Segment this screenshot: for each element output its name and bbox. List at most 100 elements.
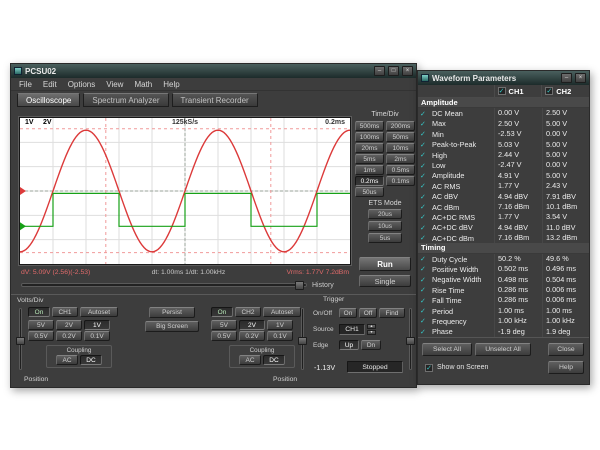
persist-button[interactable]: Persist	[149, 307, 195, 318]
ch1-name-button[interactable]: CH1	[52, 307, 78, 317]
param-checkbox[interactable]: ✓	[420, 172, 432, 180]
menu-item-options[interactable]: Options	[68, 80, 96, 89]
params-close-icon[interactable]: ×	[575, 73, 586, 83]
menu-item-file[interactable]: File	[19, 80, 32, 89]
timebase-500ms-button[interactable]: 500ms	[355, 121, 384, 131]
timebase-200ms-button[interactable]: 200ms	[386, 121, 415, 131]
trigger-edge-dn-button[interactable]: Dn	[361, 340, 381, 350]
param-checkbox[interactable]: ✓	[420, 213, 432, 221]
main-titlebar[interactable]: PCSU02 – □ ×	[11, 64, 416, 78]
ch1-volt-1v-button[interactable]: 1V	[84, 320, 110, 330]
timebase-0-2ms-button[interactable]: 0.2ms	[355, 176, 384, 186]
ch2-volt-1v-button[interactable]: 1V	[267, 320, 293, 330]
ch1-volt-2v-button[interactable]: 2V	[56, 320, 82, 330]
timebase-1ms-button[interactable]: 1ms	[355, 165, 384, 175]
param-checkbox[interactable]: ✓	[420, 193, 432, 201]
run-button[interactable]: Run	[359, 257, 411, 271]
ch1-column-checkbox[interactable]: ✓	[498, 87, 506, 95]
history-slider[interactable]	[21, 283, 307, 287]
trigger-source-select[interactable]: CH1	[339, 324, 365, 335]
params-minimize-icon[interactable]: –	[561, 73, 572, 83]
ch1-coupling-ac-button[interactable]: AC	[56, 355, 78, 365]
param-checkbox[interactable]: ✓	[420, 234, 432, 242]
param-checkbox[interactable]: ✓	[420, 151, 432, 159]
param-checkbox[interactable]: ✓	[420, 307, 432, 315]
trigger-level-slider[interactable]	[406, 308, 415, 370]
param-checkbox[interactable]: ✓	[420, 203, 432, 211]
ch1-volt-5v-button[interactable]: 5V	[28, 320, 54, 330]
ch2-autoset-button[interactable]: Autoset	[263, 307, 301, 317]
params-titlebar[interactable]: Waveform Parameters – ×	[418, 71, 589, 85]
ch1-volt-0-5v-button[interactable]: 0.5V	[28, 331, 54, 341]
slider-thumb[interactable]	[16, 337, 25, 345]
param-checkbox[interactable]: ✓	[420, 162, 432, 170]
history-slider-thumb[interactable]	[295, 281, 304, 290]
tab-oscilloscope[interactable]: Oscilloscope	[17, 93, 80, 107]
param-checkbox[interactable]: ✓	[420, 328, 432, 336]
timebase-10ms-button[interactable]: 10ms	[386, 143, 415, 153]
trigger-on-button[interactable]: On	[339, 308, 357, 318]
params-close-button[interactable]: Close	[548, 343, 584, 356]
ch2-position-slider[interactable]	[298, 308, 307, 370]
ch1-volt-0-2v-button[interactable]: 0.2V	[56, 331, 82, 341]
help-button[interactable]: Help	[548, 361, 584, 374]
ch2-coupling-ac-button[interactable]: AC	[239, 355, 261, 365]
ch1-position-slider[interactable]	[16, 308, 25, 370]
param-checkbox[interactable]: ✓	[420, 130, 432, 138]
spinner-down-icon[interactable]: ▼	[367, 330, 376, 335]
timebase-20ms-button[interactable]: 20ms	[355, 143, 384, 153]
menu-item-edit[interactable]: Edit	[43, 80, 57, 89]
timebase-100ms-button[interactable]: 100ms	[355, 132, 384, 142]
ch1-autoset-button[interactable]: Autoset	[80, 307, 118, 317]
param-checkbox[interactable]: ✓	[420, 286, 432, 294]
trigger-find-button[interactable]: Find	[379, 308, 405, 318]
ch2-column-checkbox[interactable]: ✓	[545, 87, 553, 95]
tab-spectrum-analyzer[interactable]: Spectrum Analyzer	[83, 93, 168, 107]
slider-thumb[interactable]	[298, 337, 307, 345]
param-checkbox[interactable]: ✓	[420, 120, 432, 128]
param-checkbox[interactable]: ✓	[420, 317, 432, 325]
param-checkbox[interactable]: ✓	[420, 224, 432, 232]
ets-5us-button[interactable]: 5us	[368, 233, 402, 243]
slider-thumb[interactable]	[406, 337, 415, 345]
timebase-0-1ms-button[interactable]: 0.1ms	[386, 176, 415, 186]
trigger-off-button[interactable]: Off	[359, 308, 377, 318]
ch2-volt-0-5v-button[interactable]: 0.5V	[211, 331, 237, 341]
minimize-icon[interactable]: –	[374, 66, 385, 76]
param-checkbox[interactable]: ✓	[420, 255, 432, 263]
timebase-50ms-button[interactable]: 50ms	[386, 132, 415, 142]
ch2-volt-2v-button[interactable]: 2V	[239, 320, 265, 330]
timebase-50us-button[interactable]: 50us	[355, 187, 384, 197]
big-screen-button[interactable]: Big Screen	[145, 321, 199, 332]
spinner-up-icon[interactable]: ▲	[367, 324, 376, 329]
single-button[interactable]: Single	[359, 275, 411, 287]
param-checkbox[interactable]: ✓	[420, 182, 432, 190]
timebase-5ms-button[interactable]: 5ms	[355, 154, 384, 164]
ets-20us-button[interactable]: 20us	[368, 209, 402, 219]
ch1-coupling-dc-button[interactable]: DC	[80, 355, 102, 365]
param-checkbox[interactable]: ✓	[420, 110, 432, 118]
ch2-volt-0-1v-button[interactable]: 0.1V	[267, 331, 293, 341]
unselect-all-button[interactable]: Unselect All	[475, 343, 531, 356]
timebase-2ms-button[interactable]: 2ms	[386, 154, 415, 164]
close-icon[interactable]: ×	[402, 66, 413, 76]
trigger-edge-up-button[interactable]: Up	[339, 340, 359, 350]
select-all-button[interactable]: Select All	[422, 343, 472, 356]
tab-transient-recorder[interactable]: Transient Recorder	[172, 93, 258, 107]
ets-10us-button[interactable]: 10us	[368, 221, 402, 231]
param-checkbox[interactable]: ✓	[420, 265, 432, 273]
scope-screen[interactable]: 1V 2V 125kS/s 0.2ms	[19, 117, 351, 265]
ch2-name-button[interactable]: CH2	[235, 307, 261, 317]
timebase-0-5ms-button[interactable]: 0.5ms	[386, 165, 415, 175]
ch1-on-button[interactable]: On	[28, 307, 50, 317]
menu-item-math[interactable]: Math	[134, 80, 152, 89]
param-checkbox[interactable]: ✓	[420, 141, 432, 149]
ch1-volt-0-1v-button[interactable]: 0.1V	[84, 331, 110, 341]
ch2-volt-0-2v-button[interactable]: 0.2V	[239, 331, 265, 341]
ch2-volt-5v-button[interactable]: 5V	[211, 320, 237, 330]
ch2-coupling-dc-button[interactable]: DC	[263, 355, 285, 365]
menu-item-help[interactable]: Help	[163, 80, 179, 89]
menu-item-view[interactable]: View	[106, 80, 123, 89]
show-on-screen-checkbox[interactable]: ✓	[425, 364, 433, 372]
maximize-icon[interactable]: □	[388, 66, 399, 76]
